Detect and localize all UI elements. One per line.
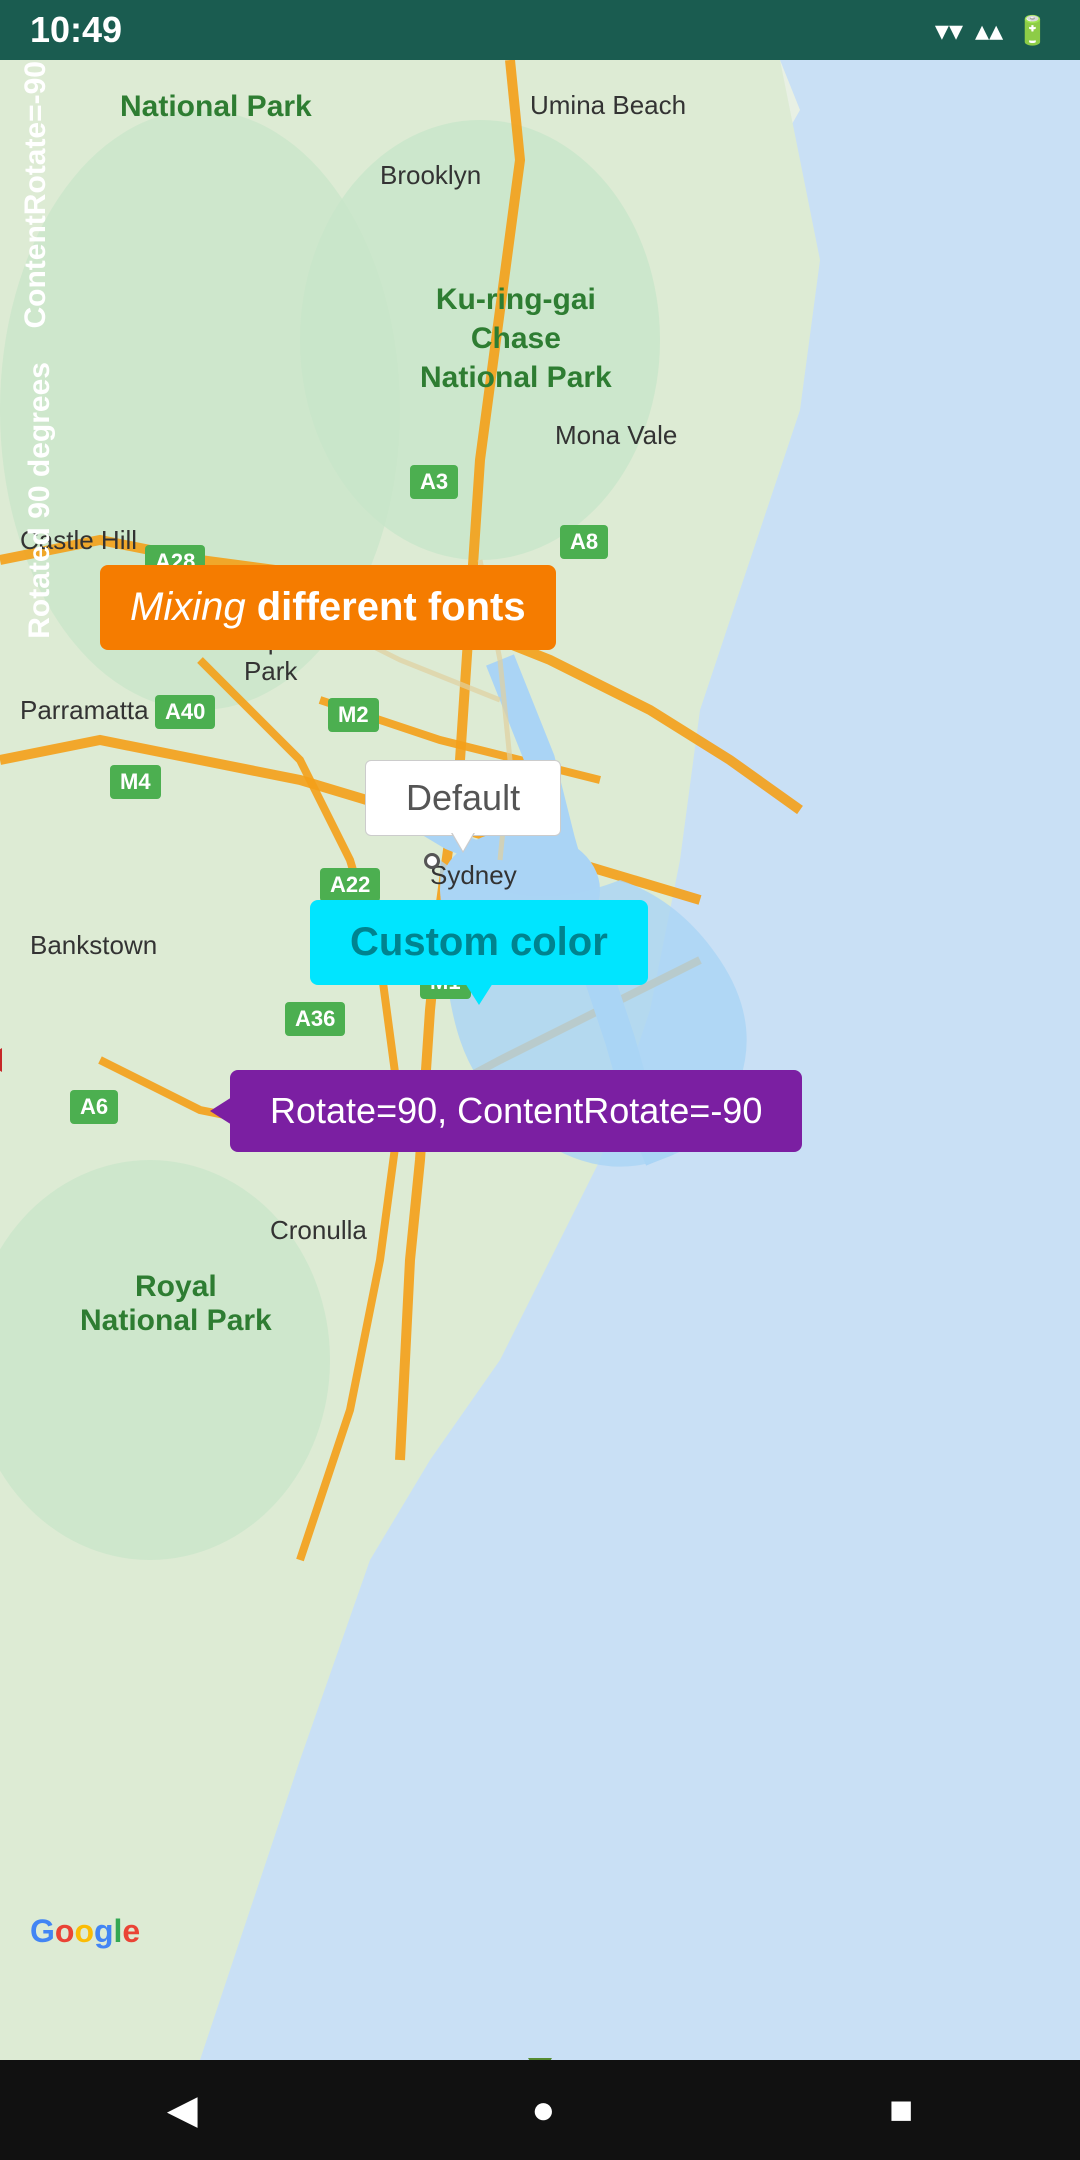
map-background	[0, 60, 1080, 2060]
signal-icon: ▴▴	[975, 14, 1003, 47]
callout-default[interactable]: Default	[365, 760, 561, 836]
callout-rotate90-text: Rotate=90, ContentRotate=-90	[270, 1090, 762, 1131]
map-container[interactable]: National Park Umina Beach Brooklyn Ku-ri…	[0, 60, 1080, 2060]
callout-mixing-bold: different fonts	[257, 585, 526, 629]
google-o2: o	[74, 1913, 94, 1949]
wifi-icon: ▾▾	[935, 14, 963, 47]
callout-rotate90-contentrotate-minus90[interactable]: Rotate=90, ContentRotate=-90	[230, 1070, 802, 1152]
highway-a36-badge: A36	[285, 1002, 345, 1036]
highway-a3-badge: A3	[410, 465, 458, 499]
back-button[interactable]: ◀	[167, 2087, 198, 2133]
nav-bar: ◀ ● ■	[0, 2060, 1080, 2160]
battery-icon: 🔋	[1015, 14, 1050, 47]
callout-content-rotate-text: ContentRotate=-90	[19, 61, 53, 329]
google-e: e	[122, 1913, 140, 1949]
google-g: G	[30, 1913, 55, 1949]
google-g2: g	[94, 1913, 114, 1949]
recent-button[interactable]: ■	[889, 2088, 913, 2133]
callout-custom-color-text: Custom color	[350, 920, 608, 964]
callout-mixing-fonts[interactable]: Mixing different fonts	[100, 565, 556, 650]
callout-rotated-90-text: Rotated 90 degrees	[23, 362, 57, 639]
callout-custom-color[interactable]: Custom color	[310, 900, 648, 985]
highway-m2-badge: M2	[328, 698, 379, 732]
callout-mixing-italic: Mixing	[130, 585, 246, 629]
highway-a8-badge: A8	[560, 525, 608, 559]
highway-a40-badge: A40	[155, 695, 215, 729]
sydney-dot	[424, 853, 440, 869]
callout-default-text: Default	[406, 777, 520, 818]
highway-a6-badge: A6	[70, 1090, 118, 1124]
status-time: 10:49	[30, 9, 122, 51]
status-bar: 10:49 ▾▾ ▴▴ 🔋	[0, 0, 1080, 60]
status-icons: ▾▾ ▴▴ 🔋	[935, 14, 1050, 47]
home-button[interactable]: ●	[531, 2088, 555, 2133]
google-logo: Google	[30, 1913, 140, 1950]
google-o1: o	[55, 1913, 75, 1949]
highway-a22-badge: A22	[320, 868, 380, 902]
highway-m4-badge: M4	[110, 765, 161, 799]
